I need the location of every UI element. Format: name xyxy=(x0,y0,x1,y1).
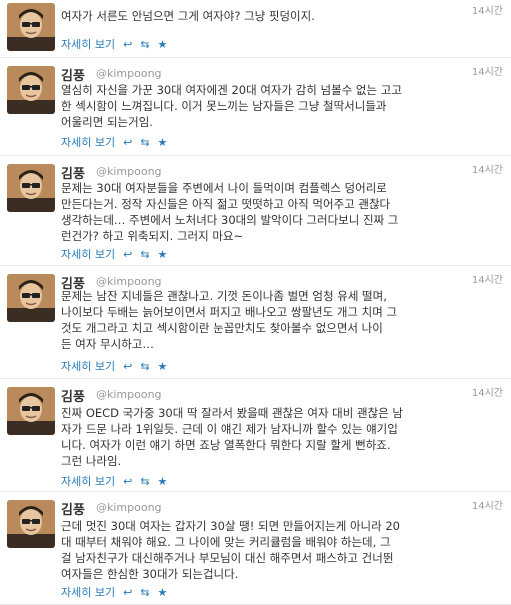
user-name[interactable]: 김풍 xyxy=(61,386,85,405)
tweet-text-line: 나이보다 두배는 늙어보이면서 퍼지고 배나오고 쌍팔년도 개그 치며 그 xyxy=(61,305,398,319)
tweet-actions: 자세히 보기 ↩ ⇆ ★ xyxy=(61,358,167,374)
tweet-text-line: 근데 멋진 30대 여자는 갑자기 30살 땡! 되면 만들어지는게 아니라 2… xyxy=(61,519,400,533)
tweet-text-line: 걸 남자친구가 대신해주거나 부모님이 대신 해주면서 패스하고 건너뛴 xyxy=(61,551,394,565)
retweet-icon[interactable]: ⇆ xyxy=(140,136,149,149)
tweet-text-line: 어울리면 되는거임. xyxy=(61,115,153,129)
favorite-icon[interactable]: ★ xyxy=(158,136,168,149)
avatar[interactable] xyxy=(7,274,55,322)
user-handle[interactable]: @kimpoong xyxy=(96,67,162,80)
retweet-icon[interactable]: ⇆ xyxy=(140,360,149,373)
user-name[interactable]: 김풍 xyxy=(61,499,85,518)
tweet-text-line: 든 여자 무시하고… xyxy=(61,337,154,351)
timestamp[interactable]: 14시간 xyxy=(472,161,503,176)
reply-icon[interactable]: ↩ xyxy=(123,38,132,51)
tweet-text: 근데 멋진 30대 여자는 갑자기 30살 땡! 되면 만들어지는게 아니라 2… xyxy=(61,518,501,582)
tweet-text-line: 열심히 자신을 가꾼 30대 여자에겐 20대 여자가 감히 넘볼수 없는 고고 xyxy=(61,83,402,97)
user-handle[interactable]: @kimpoong xyxy=(96,275,162,288)
tweet-text: 문제는 30대 여자분들을 주변에서 나이 들먹이며 컴플렉스 덩어리로만든다는… xyxy=(61,180,501,244)
tweet-text: 문제는 남잔 지네들은 괜찮나고. 기껏 돈이나좀 벌면 엄청 유세 떨며, 나이… xyxy=(61,288,501,352)
favorite-icon[interactable]: ★ xyxy=(158,360,168,373)
tweet-text-line: 런건가? 하고 위축되지. 그러지 마요~ xyxy=(61,229,244,243)
tweet-actions: 자세히 보기 ↩ ⇆ ★ xyxy=(61,584,167,600)
avatar[interactable] xyxy=(7,387,55,435)
timestamp[interactable]: 14시간 xyxy=(472,497,503,512)
detail-link[interactable]: 자세히 보기 xyxy=(61,246,115,262)
tweet: 김풍 @kimpoong 14시간 문제는 30대 여자분들을 주변에서 나이 들먹이… xyxy=(0,156,511,266)
tweet-text: 열심히 자신을 가꾼 30대 여자에겐 20대 여자가 감히 넘볼수 없는 고고… xyxy=(61,82,501,130)
reply-icon[interactable]: ↩ xyxy=(123,136,132,149)
retweet-icon[interactable]: ⇆ xyxy=(140,586,149,599)
tweet-text-line: 그런 나라임. xyxy=(61,454,122,468)
favorite-icon[interactable]: ★ xyxy=(158,475,168,488)
tweet-text-line: 문제는 30대 여자분들을 주변에서 나이 들먹이며 컴플렉스 덩어리로 xyxy=(61,181,387,195)
tweet-text-line: 니다. 여자가 이런 얘기 하면 죠낭 열폭한다 뭐한다 지랄 할게 뻔하죠. xyxy=(61,438,391,452)
timestamp[interactable]: 14시간 xyxy=(472,271,503,286)
tweet: 김풍 @kimpoong 14시간근데 멋진 30대 여자는 갑자기 30살 땡! … xyxy=(0,492,511,605)
retweet-icon[interactable]: ⇆ xyxy=(140,475,149,488)
tweet-text-line: 생각하는데… 주변에서 노처녀다 30대의 발악이다 그러다보니 진짜 그 xyxy=(61,213,399,227)
user-handle[interactable]: @kimpoong xyxy=(96,501,162,514)
tweet-actions: 자세히 보기 ↩ ⇆ ★ xyxy=(61,473,167,489)
tweet: 김풍 @kimpoong 14시간 열심히 자신을 가꾼 30대 여자에겐 20대 여… xyxy=(0,58,511,156)
tweet-actions: 자세히 보기 ↩ ⇆ ★ xyxy=(61,134,167,150)
user-handle[interactable]: @kimpoong xyxy=(96,165,162,178)
tweet-actions: 자세히 보기 ↩ ⇆ ★ xyxy=(61,36,167,52)
user-handle[interactable]: @kimpoong xyxy=(96,388,162,401)
tweet-text-line: 한 섹시함이 느껴집니다. 이거 못느끼는 남자들은 그냥 철딱서니들과 xyxy=(61,99,387,113)
tweet: 김풍 @kimpoong 14시간진짜 OECD 국가중 30대 딱 잘라서 봤을때… xyxy=(0,379,511,492)
tweet-text-line: 만든다는거. 정작 자신들은 아직 젊고 떳떳하고 아직 먹어주고 괜찮다 xyxy=(61,197,391,211)
detail-link[interactable]: 자세히 보기 xyxy=(61,584,115,600)
favorite-icon[interactable]: ★ xyxy=(158,38,168,51)
tweet-text-line: 자가 드문 나라 1위일듯. 근데 이 얘긴 제가 남자니까 할수 있는 얘기입 xyxy=(61,422,398,436)
retweet-icon[interactable]: ⇆ xyxy=(140,248,149,261)
detail-link[interactable]: 자세히 보기 xyxy=(61,134,115,150)
tweet: 김풍 @kimpoong 14시간 문제는 남잔 지네들은 괜찮나고. 기껏 돈이나좀… xyxy=(0,266,511,379)
favorite-icon[interactable]: ★ xyxy=(158,248,168,261)
tweet-text: 여자가 서른도 안넘으면 그게 여자야? 그냥 핏덩이지. xyxy=(61,8,501,24)
avatar[interactable] xyxy=(7,500,55,548)
favorite-icon[interactable]: ★ xyxy=(158,586,168,599)
tweet-actions: 자세히 보기 ↩ ⇆ ★ xyxy=(61,246,167,262)
reply-icon[interactable]: ↩ xyxy=(123,586,132,599)
reply-icon[interactable]: ↩ xyxy=(123,475,132,488)
tweet-text: 진짜 OECD 국가중 30대 딱 잘라서 봤을때 괜찮은 여자 대비 괜찮은 … xyxy=(61,405,501,469)
tweet: 14시간 여자가 서른도 안넘으면 그게 여자야? 그냥 핏덩이지. 자세히 보기 ↩… xyxy=(0,0,511,58)
detail-link[interactable]: 자세히 보기 xyxy=(61,36,115,52)
tweet-text-line: 여자들은 한심한 30대가 되는겁니다. xyxy=(61,567,239,581)
avatar[interactable] xyxy=(7,3,55,51)
avatar[interactable] xyxy=(7,164,55,212)
tweet-text-line: 대 때부터 채워야 해요. 그 나이에 맞는 커리큘럼을 배워야 하는데, 그 xyxy=(61,535,391,549)
tweet-text-line: 문제는 남잔 지네들은 괜찮나고. 기껏 돈이나좀 벌면 엄청 유세 떨며, xyxy=(61,289,387,303)
reply-icon[interactable]: ↩ xyxy=(123,248,132,261)
timestamp[interactable]: 14시간 xyxy=(472,384,503,399)
tweet-text-line: 여자가 서른도 안넘으면 그게 여자야? 그냥 핏덩이지. xyxy=(61,9,315,23)
retweet-icon[interactable]: ⇆ xyxy=(140,38,149,51)
timestamp[interactable]: 14시간 xyxy=(472,63,503,78)
avatar[interactable] xyxy=(7,66,55,114)
detail-link[interactable]: 자세히 보기 xyxy=(61,473,115,489)
tweet-text-line: 진짜 OECD 국가중 30대 딱 잘라서 봤을때 괜찮은 여자 대비 괜찮은 … xyxy=(61,406,403,420)
reply-icon[interactable]: ↩ xyxy=(123,360,132,373)
tweet-text-line: 것도 개그라고 치고 섹시함이란 눈꼽만치도 찾아볼수 없으면서 나이 xyxy=(61,321,383,335)
detail-link[interactable]: 자세히 보기 xyxy=(61,358,115,374)
tweet-feed: 14시간 여자가 서른도 안넘으면 그게 여자야? 그냥 핏덩이지. 자세히 보기 ↩… xyxy=(0,0,511,605)
